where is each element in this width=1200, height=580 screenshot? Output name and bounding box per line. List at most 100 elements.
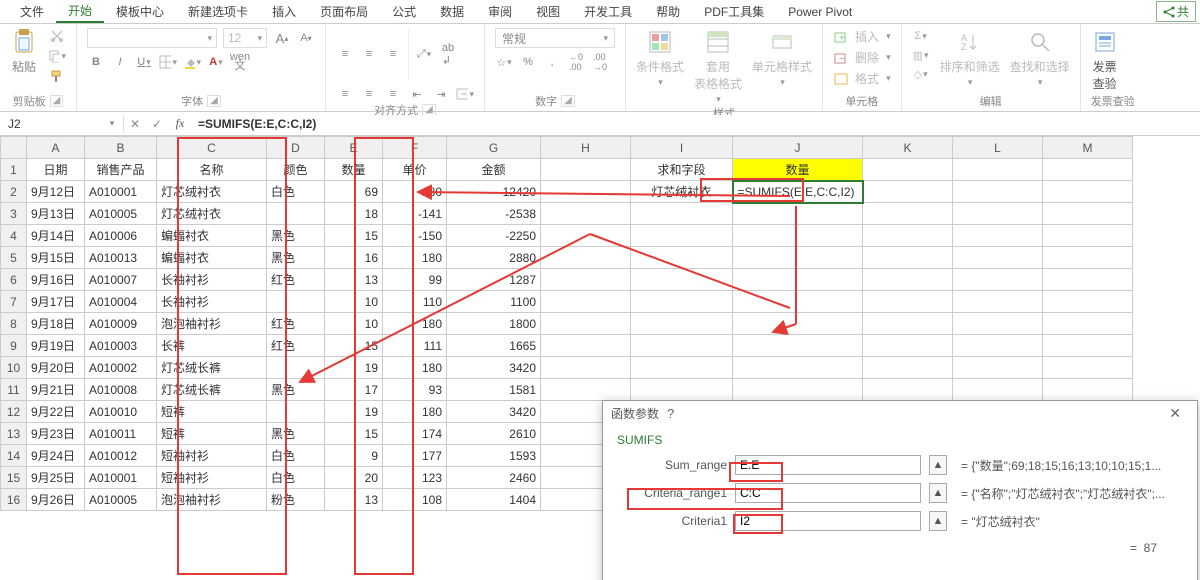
cell-A2[interactable]: 9月12日: [27, 181, 85, 203]
autosum-icon[interactable]: Σ▾: [912, 28, 930, 44]
cell-G8[interactable]: 1800: [447, 313, 541, 335]
cell-I5[interactable]: [631, 247, 733, 269]
find-select-button[interactable]: 查找和选择▾: [1010, 28, 1070, 88]
col-header-C[interactable]: C: [157, 137, 267, 159]
cell-C1[interactable]: 名称: [157, 159, 267, 181]
cell-L11[interactable]: [953, 379, 1043, 401]
cell-J6[interactable]: [733, 269, 863, 291]
cell-A14[interactable]: 9月24日: [27, 445, 85, 467]
cell-G15[interactable]: 2460: [447, 467, 541, 489]
cell-F13[interactable]: 174: [383, 423, 447, 445]
cancel-formula-icon[interactable]: ✕: [124, 117, 146, 131]
cell-B10[interactable]: A010002: [85, 357, 157, 379]
cell-H10[interactable]: [541, 357, 631, 379]
cell-E15[interactable]: 20: [325, 467, 383, 489]
decrease-indent-icon[interactable]: ⇤: [408, 86, 426, 102]
cell-G1[interactable]: 金额: [447, 159, 541, 181]
cell-F7[interactable]: 110: [383, 291, 447, 313]
tab-视图[interactable]: 视图: [524, 1, 572, 22]
cell-E1[interactable]: 数量: [325, 159, 383, 181]
cell-A11[interactable]: 9月21日: [27, 379, 85, 401]
cell-K10[interactable]: [863, 357, 953, 379]
cell-A3[interactable]: 9月13日: [27, 203, 85, 225]
clipboard-launcher-icon[interactable]: ◢: [50, 95, 64, 107]
orientation-icon[interactable]: ⤢▾: [415, 46, 433, 62]
col-header-L[interactable]: L: [953, 137, 1043, 159]
cell-B2[interactable]: A010001: [85, 181, 157, 203]
format-table-button[interactable]: 套用 表格格式▾: [694, 28, 742, 105]
cell-C13[interactable]: 短裤: [157, 423, 267, 445]
cell-D5[interactable]: 黑色: [267, 247, 325, 269]
cell-F8[interactable]: 180: [383, 313, 447, 335]
cell-D2[interactable]: 白色: [267, 181, 325, 203]
row-header-16[interactable]: 16: [1, 489, 27, 511]
insert-cells-button[interactable]: +插入▾: [833, 28, 891, 45]
cell-G14[interactable]: 1593: [447, 445, 541, 467]
cell-D10[interactable]: [267, 357, 325, 379]
cell-K5[interactable]: [863, 247, 953, 269]
cell-I1[interactable]: 求和字段: [631, 159, 733, 181]
cell-G9[interactable]: 1665: [447, 335, 541, 357]
cell-D13[interactable]: 黑色: [267, 423, 325, 445]
cell-C10[interactable]: 灯芯绒长裤: [157, 357, 267, 379]
cell-L4[interactable]: [953, 225, 1043, 247]
cell-A6[interactable]: 9月16日: [27, 269, 85, 291]
cell-K1[interactable]: [863, 159, 953, 181]
cell-J7[interactable]: [733, 291, 863, 313]
cell-M11[interactable]: [1043, 379, 1133, 401]
sort-filter-button[interactable]: AZ排序和筛选▾: [940, 28, 1000, 88]
format-cells-button[interactable]: 格式▾: [833, 70, 891, 87]
col-header-I[interactable]: I: [631, 137, 733, 159]
cell-G2[interactable]: 12420: [447, 181, 541, 203]
col-header-J[interactable]: J: [733, 137, 863, 159]
cell-J2[interactable]: =SUMIFS(E:E,C:C,I2): [733, 181, 863, 203]
cell-B4[interactable]: A010006: [85, 225, 157, 247]
select-all-corner[interactable]: [1, 137, 27, 159]
cell-H7[interactable]: [541, 291, 631, 313]
border-button[interactable]: ▾: [159, 54, 177, 70]
cell-I4[interactable]: [631, 225, 733, 247]
cell-F6[interactable]: 99: [383, 269, 447, 291]
decrease-font-icon[interactable]: A▾: [297, 30, 315, 46]
cell-A15[interactable]: 9月25日: [27, 467, 85, 489]
col-header-G[interactable]: G: [447, 137, 541, 159]
cell-I8[interactable]: [631, 313, 733, 335]
cell-E2[interactable]: 69: [325, 181, 383, 203]
cell-E8[interactable]: 10: [325, 313, 383, 335]
cell-M1[interactable]: [1043, 159, 1133, 181]
cell-C3[interactable]: 灯芯绒衬衣: [157, 203, 267, 225]
cell-J4[interactable]: [733, 225, 863, 247]
cell-E14[interactable]: 9: [325, 445, 383, 467]
arg-input-Criteria_range1[interactable]: [735, 483, 921, 503]
cell-D9[interactable]: 红色: [267, 335, 325, 357]
cell-K2[interactable]: [863, 181, 953, 203]
cell-C16[interactable]: 泡泡袖衬衫: [157, 489, 267, 511]
cell-B8[interactable]: A010009: [85, 313, 157, 335]
cell-F1[interactable]: 单价: [383, 159, 447, 181]
col-header-D[interactable]: D: [267, 137, 325, 159]
cell-I3[interactable]: [631, 203, 733, 225]
row-header-5[interactable]: 5: [1, 247, 27, 269]
cell-C15[interactable]: 短袖衬衫: [157, 467, 267, 489]
cell-L3[interactable]: [953, 203, 1043, 225]
cell-K4[interactable]: [863, 225, 953, 247]
cell-A4[interactable]: 9月14日: [27, 225, 85, 247]
cut-icon[interactable]: [48, 28, 66, 44]
delete-cells-button[interactable]: −删除▾: [833, 49, 891, 66]
format-painter-icon[interactable]: [48, 68, 66, 84]
cell-D15[interactable]: 白色: [267, 467, 325, 489]
cell-A16[interactable]: 9月26日: [27, 489, 85, 511]
cell-M2[interactable]: [1043, 181, 1133, 203]
cell-B5[interactable]: A010013: [85, 247, 157, 269]
cell-A7[interactable]: 9月17日: [27, 291, 85, 313]
conditional-format-button[interactable]: 条件格式▾: [636, 28, 684, 88]
col-header-F[interactable]: F: [383, 137, 447, 159]
cell-K8[interactable]: [863, 313, 953, 335]
cell-G5[interactable]: 2880: [447, 247, 541, 269]
cell-A12[interactable]: 9月22日: [27, 401, 85, 423]
dialog-help-icon[interactable]: ?: [659, 406, 682, 421]
cell-J9[interactable]: [733, 335, 863, 357]
tab-开始[interactable]: 开始: [56, 0, 104, 23]
cell-C2[interactable]: 灯芯绒衬衣: [157, 181, 267, 203]
row-header-2[interactable]: 2: [1, 181, 27, 203]
